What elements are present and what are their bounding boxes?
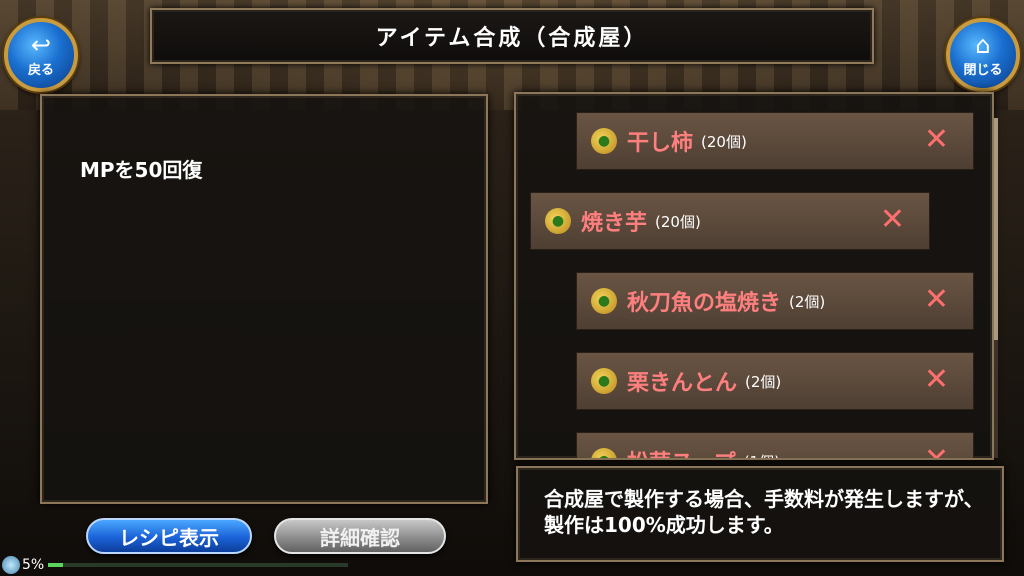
item-quantity: (1個) bbox=[744, 451, 780, 459]
remove-icon[interactable]: ✕ bbox=[880, 205, 905, 235]
back-button-label: 戻る bbox=[27, 62, 54, 78]
remove-icon[interactable]: ✕ bbox=[924, 125, 949, 155]
frog-pouch-icon: ● bbox=[545, 208, 571, 234]
remove-icon[interactable]: ✕ bbox=[924, 365, 949, 395]
list-item[interactable]: ● 焼き芋 (20個) ✕ bbox=[530, 192, 930, 250]
frog-pouch-icon: ● bbox=[591, 448, 617, 458]
title-bar: アイテム合成（合成屋） bbox=[150, 8, 874, 64]
status-bar: 5% bbox=[2, 556, 349, 574]
info-panel: 合成屋で製作する場合、手数料が発生しますが、製作は100%成功します。 bbox=[516, 466, 1004, 562]
item-quantity: (20個) bbox=[701, 132, 747, 151]
recipe-list-panel[interactable]: ● 干し柿 (20個) ✕ ● 焼き芋 (20個) ✕ ● 秋刀魚の塩焼き (2… bbox=[514, 92, 994, 460]
close-button-label: 閉じる bbox=[963, 62, 1003, 78]
info-message: 合成屋で製作する場合、手数料が発生しますが、製作は100%成功します。 bbox=[544, 487, 984, 537]
detail-check-button[interactable]: 詳細確認 bbox=[274, 518, 446, 554]
item-quantity: (2個) bbox=[745, 372, 782, 391]
back-button[interactable]: ↩ 戻る bbox=[4, 18, 78, 92]
page-title: アイテム合成（合成屋） bbox=[375, 26, 649, 51]
item-name: 焼き芋 bbox=[581, 211, 648, 236]
status-percent: 5% bbox=[22, 557, 45, 573]
item-name: 栗きんとん bbox=[627, 371, 738, 396]
list-item[interactable]: ● 秋刀魚の塩焼き (2個) ✕ bbox=[576, 272, 974, 330]
home-icon: ⌂ bbox=[975, 30, 991, 59]
remove-icon[interactable]: ✕ bbox=[924, 445, 949, 459]
list-item[interactable]: ● 松茸スープ (1個) ✕ bbox=[576, 432, 974, 459]
item-description: MPを50回復 bbox=[80, 158, 203, 182]
frog-pouch-icon: ● bbox=[591, 288, 617, 314]
scrollbar-thumb[interactable] bbox=[994, 118, 998, 340]
recipe-display-button[interactable]: レシピ表示 bbox=[86, 518, 252, 554]
return-arrow-icon: ↩ bbox=[30, 30, 52, 59]
list-scrollbar[interactable] bbox=[994, 118, 998, 458]
status-orb-icon bbox=[2, 556, 20, 574]
item-name: 干し柿 bbox=[627, 131, 694, 156]
item-name: 松茸スープ bbox=[627, 445, 736, 458]
remove-icon[interactable]: ✕ bbox=[924, 285, 949, 315]
list-item[interactable]: ● 干し柿 (20個) ✕ bbox=[576, 112, 974, 170]
item-quantity: (2個) bbox=[789, 292, 826, 311]
progress-fill bbox=[48, 563, 64, 567]
frog-pouch-icon: ● bbox=[591, 128, 617, 154]
list-item[interactable]: ● 栗きんとん (2個) ✕ bbox=[576, 352, 974, 410]
frog-pouch-icon: ● bbox=[591, 368, 617, 394]
description-panel: MPを50回復 bbox=[40, 94, 488, 504]
item-quantity: (20個) bbox=[655, 212, 701, 231]
close-button[interactable]: ⌂ 閉じる bbox=[946, 18, 1020, 92]
progress-bar bbox=[48, 563, 349, 567]
item-name: 秋刀魚の塩焼き bbox=[627, 291, 782, 316]
